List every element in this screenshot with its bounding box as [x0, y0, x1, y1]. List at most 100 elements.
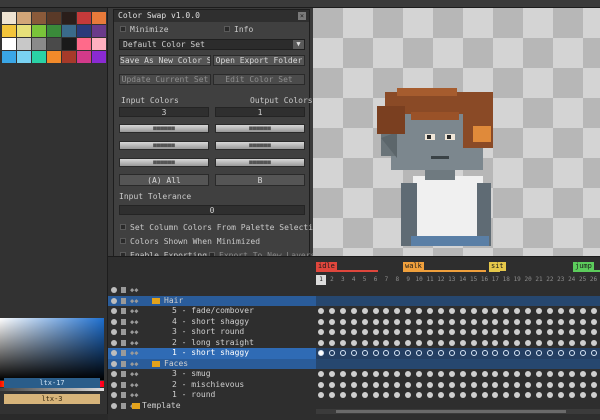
- cel[interactable]: [557, 318, 564, 325]
- cel[interactable]: [361, 339, 368, 346]
- cel[interactable]: [525, 339, 532, 346]
- palette-swatch[interactable]: [32, 12, 46, 24]
- cel[interactable]: [437, 308, 444, 314]
- cel[interactable]: [481, 350, 488, 356]
- cel[interactable]: [328, 350, 335, 356]
- frame-number[interactable]: 4: [349, 275, 359, 285]
- lock-icon[interactable]: [121, 381, 126, 388]
- cel[interactable]: [492, 339, 499, 346]
- output-color-slot-1[interactable]: ■■■■■■: [215, 124, 305, 133]
- eye-icon[interactable]: [111, 360, 117, 367]
- cel[interactable]: [448, 318, 455, 325]
- palette-swatch[interactable]: [77, 51, 91, 63]
- chevron-down-icon[interactable]: ▼: [293, 40, 304, 49]
- set-column-colors-checkbox[interactable]: [120, 224, 126, 230]
- cel[interactable]: [339, 339, 346, 346]
- cel[interactable]: [448, 392, 455, 398]
- color-set-select[interactable]: Default Color Set ▼: [119, 39, 305, 50]
- cel[interactable]: [427, 392, 433, 398]
- save-as-new-color-set-button[interactable]: Save As New Color Set: [119, 55, 211, 66]
- sprite-canvas[interactable]: [313, 8, 600, 256]
- layer-row[interactable]: ◆◆ 1 - round: [108, 390, 316, 401]
- cel[interactable]: [590, 339, 597, 346]
- cel[interactable]: [525, 308, 532, 314]
- cel[interactable]: [427, 371, 433, 377]
- cel[interactable]: [437, 350, 444, 356]
- cel[interactable]: [427, 329, 433, 335]
- cel[interactable]: [372, 381, 379, 388]
- minimize-checkbox[interactable]: [120, 26, 126, 32]
- cel[interactable]: [503, 381, 510, 388]
- palette-swatch[interactable]: [47, 25, 61, 37]
- timeline-scroll-thumb[interactable]: [336, 410, 566, 413]
- cel[interactable]: [492, 381, 499, 388]
- cel[interactable]: [492, 350, 499, 356]
- cel[interactable]: [503, 339, 510, 346]
- cel[interactable]: [481, 308, 488, 314]
- eye-icon[interactable]: [111, 392, 117, 398]
- cel[interactable]: [328, 308, 335, 314]
- cel[interactable]: [459, 329, 466, 335]
- cel[interactable]: [514, 339, 521, 346]
- palette-swatch[interactable]: [17, 38, 31, 50]
- cel[interactable]: [492, 371, 499, 377]
- link-icon[interactable]: ◆◆: [130, 308, 138, 315]
- cel[interactable]: [579, 308, 586, 314]
- input-colors-stepper[interactable]: 3: [119, 107, 209, 117]
- cel[interactable]: [546, 350, 553, 356]
- frame-number[interactable]: 2: [327, 275, 337, 285]
- frame-number[interactable]: 3: [338, 275, 348, 285]
- cel[interactable]: [361, 350, 368, 356]
- cel[interactable]: [579, 318, 586, 325]
- cel[interactable]: [339, 308, 346, 314]
- layer-row[interactable]: ◆◆ 2 - long straight: [108, 338, 316, 349]
- cel[interactable]: [557, 350, 564, 356]
- cel[interactable]: [470, 329, 477, 335]
- eye-icon[interactable]: [111, 381, 117, 388]
- cel[interactable]: [536, 381, 542, 388]
- cel[interactable]: [416, 371, 423, 377]
- cel[interactable]: [546, 392, 553, 398]
- folder-icon[interactable]: [152, 297, 160, 304]
- cel[interactable]: [318, 381, 324, 388]
- frame-number[interactable]: 8: [392, 275, 402, 285]
- cel[interactable]: [557, 308, 564, 314]
- cel[interactable]: [394, 392, 401, 398]
- link-icon[interactable]: ◆◆: [130, 360, 138, 367]
- cel[interactable]: [459, 350, 466, 356]
- cel[interactable]: [394, 318, 401, 325]
- cel[interactable]: [416, 339, 423, 346]
- cel[interactable]: [416, 308, 423, 314]
- cel[interactable]: [405, 392, 412, 398]
- cel[interactable]: [492, 318, 499, 325]
- palette-swatch[interactable]: [17, 51, 31, 63]
- frame-number[interactable]: 10: [414, 275, 424, 285]
- cel[interactable]: [568, 318, 575, 325]
- cel[interactable]: [536, 371, 542, 377]
- cel[interactable]: [361, 392, 368, 398]
- lock-icon[interactable]: [121, 402, 126, 409]
- cel[interactable]: [459, 371, 466, 377]
- eye-icon[interactable]: [111, 371, 117, 377]
- palette-swatch[interactable]: [47, 12, 61, 24]
- cel[interactable]: [350, 392, 357, 398]
- cel[interactable]: [416, 392, 423, 398]
- palette-swatch[interactable]: [2, 12, 16, 24]
- update-current-set-button[interactable]: Update Current Set: [119, 74, 211, 85]
- colors-shown-minimized-checkbox[interactable]: [120, 238, 126, 244]
- dialog-title[interactable]: Color Swap v1.0.0: [114, 10, 309, 22]
- frame-number[interactable]: 7: [381, 275, 391, 285]
- palette-swatch[interactable]: [47, 38, 61, 50]
- cel[interactable]: [372, 329, 379, 335]
- cel[interactable]: [492, 329, 499, 335]
- close-icon[interactable]: ×: [298, 12, 306, 20]
- cel[interactable]: [470, 339, 477, 346]
- cel[interactable]: [503, 350, 510, 356]
- palette-swatch[interactable]: [17, 25, 31, 37]
- cel[interactable]: [568, 308, 575, 314]
- cel[interactable]: [459, 339, 466, 346]
- cel[interactable]: [448, 339, 455, 346]
- lock-icon[interactable]: [121, 318, 126, 325]
- cel[interactable]: [481, 381, 488, 388]
- cel[interactable]: [328, 381, 335, 388]
